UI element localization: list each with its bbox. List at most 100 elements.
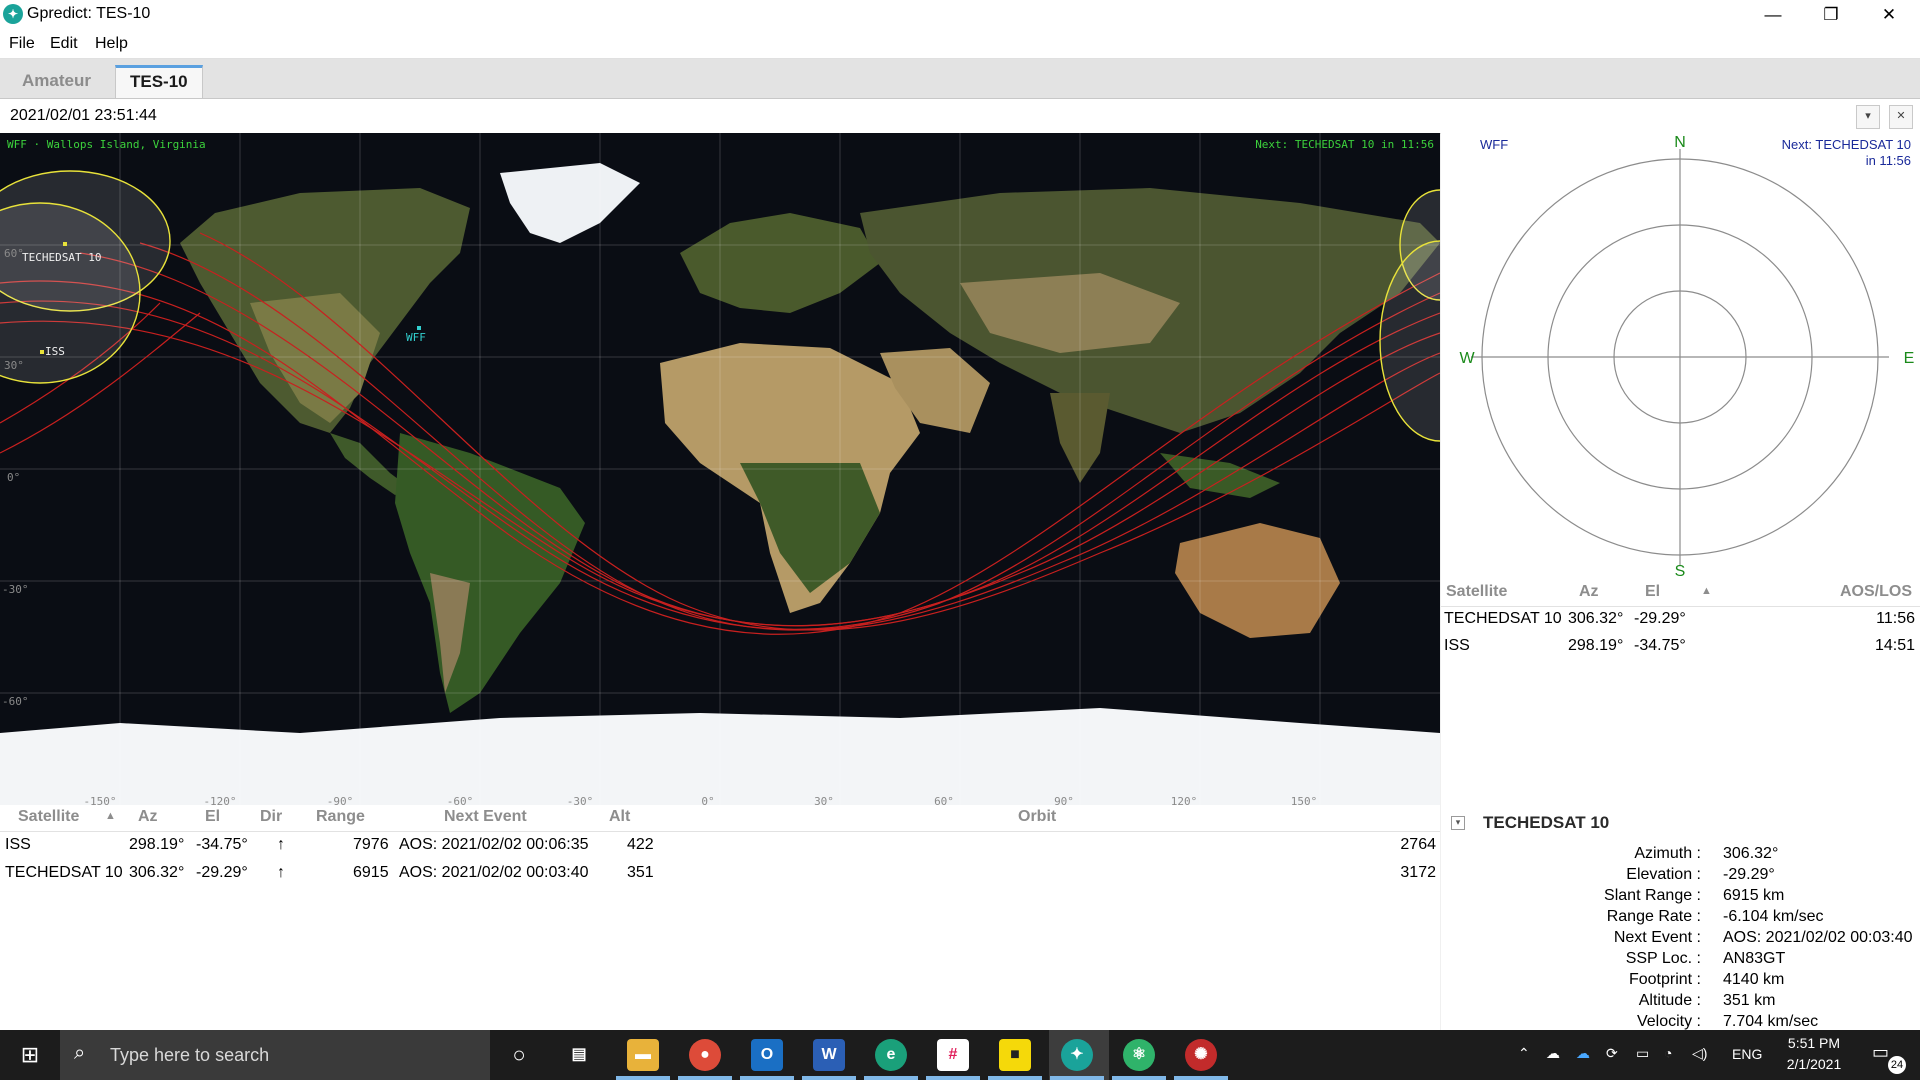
- map-sat-label-techedsat: TECHEDSAT 10: [22, 251, 101, 264]
- qth-label: WFF · Wallops Island, Virginia: [7, 138, 206, 151]
- module-tabs: Amateur TES-10: [0, 59, 1920, 99]
- row-az: 306.32°: [129, 864, 185, 881]
- atom-icon[interactable]: ⚛: [1123, 1039, 1155, 1071]
- detail-value: 351 km: [1723, 992, 1776, 1009]
- th-orbit[interactable]: Orbit: [1018, 808, 1056, 826]
- th-alt[interactable]: Alt: [609, 808, 630, 826]
- detail-value: -6.104 km/sec: [1723, 908, 1824, 925]
- polar-plot[interactable]: WFF Next: TECHEDSAT 10 in 11:56 N S E W: [1441, 133, 1920, 580]
- clock-date[interactable]: 2/1/2021: [1780, 1056, 1848, 1072]
- update-icon[interactable]: ⟳: [1606, 1045, 1618, 1062]
- th-satellite[interactable]: Satellite: [18, 808, 79, 826]
- row-range: 7976: [353, 836, 389, 853]
- detail-key: Slant Range :: [1604, 887, 1701, 904]
- language-indicator[interactable]: ENG: [1732, 1046, 1762, 1062]
- row-orbit: 3172: [1400, 864, 1436, 881]
- outlook-icon[interactable]: O: [751, 1039, 783, 1071]
- col-az-header[interactable]: Az: [1579, 583, 1599, 601]
- lon-tick: 120°: [1171, 795, 1198, 805]
- th-dir[interactable]: Dir: [260, 808, 282, 826]
- wifi-icon[interactable]: ◔: [1664, 1045, 1672, 1061]
- sticky-notes-icon[interactable]: ■: [999, 1039, 1031, 1071]
- lon-tick: -90°: [327, 795, 354, 805]
- notification-icon[interactable]: ▭: [1872, 1042, 1889, 1063]
- chrome-icon[interactable]: ●: [689, 1039, 721, 1071]
- lon-tick: 90°: [1054, 795, 1074, 805]
- taskbar-search[interactable]: ⌕ Type here to search: [60, 1030, 490, 1080]
- world-map[interactable]: WFF · Wallops Island, Virginia Next: TEC…: [0, 133, 1440, 805]
- network-icon[interactable]: ✺: [1185, 1039, 1217, 1071]
- detail-key: Range Rate :: [1606, 908, 1701, 925]
- th-el[interactable]: El: [205, 808, 220, 826]
- table-header: Satellite ▲ Az El Dir Range Next Event A…: [0, 805, 1440, 832]
- th-range[interactable]: Range: [316, 808, 365, 826]
- col-el-header[interactable]: El: [1645, 583, 1660, 601]
- module-options-button[interactable]: ▾: [1856, 105, 1880, 129]
- techedsat-marker[interactable]: [63, 242, 67, 246]
- sort-asc-icon[interactable]: ▲: [105, 810, 116, 822]
- search-icon: ⌕: [74, 1042, 86, 1064]
- maximize-button[interactable]: ❐: [1802, 0, 1860, 29]
- tray-chevron-icon[interactable]: ⌃: [1518, 1045, 1530, 1062]
- word-icon[interactable]: W: [813, 1039, 845, 1071]
- windows-start-icon[interactable]: ⊞: [0, 1030, 60, 1080]
- collapse-icon[interactable]: ▾: [1451, 816, 1465, 830]
- detail-key: Footprint :: [1628, 971, 1701, 988]
- table-row[interactable]: TECHEDSAT 10 306.32° -29.29° ↑ 6915 AOS:…: [0, 860, 1440, 887]
- task-view-icon[interactable]: ▤: [563, 1039, 595, 1071]
- row-next-event: AOS: 2021/02/02 00:03:40: [399, 864, 589, 881]
- row-az: 298.19°: [129, 836, 185, 853]
- detail-value: AN83GT: [1723, 950, 1786, 967]
- clock-time[interactable]: 5:51 PM: [1784, 1035, 1844, 1051]
- satellite-table: Satellite ▲ Az El Dir Range Next Event A…: [0, 805, 1440, 1030]
- running-indicator: [1174, 1076, 1228, 1080]
- title-bar: ✦ Gpredict: TES-10 — ❐ ✕: [0, 0, 1920, 29]
- running-indicator: [864, 1076, 918, 1080]
- lon-tick: 150°: [1291, 795, 1318, 805]
- lon-tick: 30°: [814, 795, 834, 805]
- polar-next-line2: in 11:56: [1866, 153, 1911, 168]
- lat-tick: 30°: [4, 359, 24, 372]
- minimize-button[interactable]: —: [1744, 0, 1802, 29]
- detail-key: Next Event :: [1613, 929, 1701, 946]
- sat-list-row[interactable]: ISS 298.19° -34.75° 14:51: [1441, 634, 1920, 660]
- close-button[interactable]: ✕: [1860, 0, 1918, 29]
- edge-icon[interactable]: e: [875, 1039, 907, 1071]
- tab-amateur[interactable]: Amateur: [8, 65, 105, 98]
- gpredict-app-icon: ✦: [3, 4, 23, 24]
- col-satellite-header[interactable]: Satellite: [1446, 583, 1507, 601]
- lon-tick: 60°: [934, 795, 954, 805]
- menu-file[interactable]: File: [9, 35, 35, 53]
- sat-list-row[interactable]: TECHEDSAT 10 306.32° -29.29° 11:56: [1441, 607, 1920, 633]
- module-close-button[interactable]: ✕: [1889, 105, 1913, 129]
- sort-asc-icon[interactable]: ▲: [1701, 585, 1712, 597]
- detail-value: 6915 km: [1723, 887, 1785, 904]
- row-next-event: AOS: 2021/02/02 00:06:35: [399, 836, 589, 853]
- table-row[interactable]: ISS 298.19° -34.75° ↑ 7976 AOS: 2021/02/…: [0, 832, 1440, 859]
- running-indicator: [1050, 1076, 1104, 1080]
- menu-help[interactable]: Help: [95, 35, 128, 53]
- detail-key: Elevation :: [1626, 866, 1701, 883]
- onedrive-icon[interactable]: ☁: [1546, 1045, 1560, 1062]
- tab-tes-10[interactable]: TES-10: [115, 65, 203, 98]
- gpredict-icon[interactable]: ✦: [1061, 1039, 1093, 1071]
- iss-marker[interactable]: [40, 350, 44, 354]
- onedrive-business-icon[interactable]: ☁: [1576, 1045, 1590, 1062]
- detail-key: Velocity :: [1636, 1013, 1701, 1030]
- slack-icon[interactable]: #: [937, 1039, 969, 1071]
- lat-tick: -30°: [2, 583, 29, 596]
- row-dir: ↑: [277, 864, 285, 881]
- north-label: N: [1674, 134, 1686, 151]
- col-aoslos-header[interactable]: AOS/LOS: [1840, 583, 1912, 601]
- sat-name: ISS: [1444, 637, 1470, 654]
- menu-edit[interactable]: Edit: [50, 35, 78, 53]
- polar-canvas: WFF Next: TECHEDSAT 10 in 11:56 N S E W: [1459, 134, 1914, 580]
- th-az[interactable]: Az: [138, 808, 158, 826]
- volume-icon[interactable]: ◁): [1692, 1045, 1707, 1062]
- cortana-icon[interactable]: ○: [503, 1039, 535, 1071]
- th-next-event[interactable]: Next Event: [444, 808, 527, 826]
- row-alt: 351: [627, 864, 654, 881]
- battery-icon[interactable]: ▭: [1636, 1045, 1649, 1062]
- file-explorer-icon[interactable]: ▬: [627, 1039, 659, 1071]
- polar-next-line1: Next: TECHEDSAT 10: [1782, 137, 1911, 152]
